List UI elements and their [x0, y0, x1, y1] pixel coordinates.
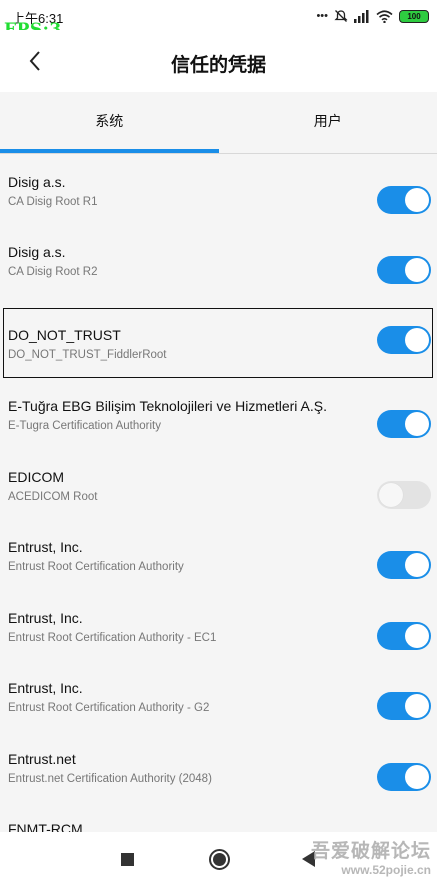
- certificate-title: Entrust.net: [8, 751, 76, 767]
- wifi-icon: [376, 9, 393, 23]
- toggle-knob: [405, 765, 429, 789]
- watermark: 吾爱破解论坛 www.52pojie.cn: [311, 836, 431, 877]
- certificate-row[interactable]: E-Tuğra EBG Bilişim Teknolojileri ve Hiz…: [0, 378, 437, 448]
- certificate-row-highlighted[interactable]: DO_NOT_TRUST DO_NOT_TRUST_FiddlerRoot: [3, 308, 433, 378]
- header: 信任的凭据: [0, 30, 437, 92]
- tab-user[interactable]: 用户: [219, 92, 437, 154]
- certificate-row[interactable]: FNMT-RCM: [0, 801, 437, 832]
- certificate-title: EDICOM: [8, 469, 64, 485]
- certificate-subtitle: Entrust Root Certification Authority: [8, 561, 184, 573]
- certificate-toggle[interactable]: [377, 763, 431, 791]
- certificate-toggle[interactable]: [377, 622, 431, 650]
- mute-icon: [334, 10, 348, 22]
- toggle-knob: [405, 258, 429, 282]
- certificate-list[interactable]: Disig a.s. CA Disig Root R1 Disig a.s. C…: [0, 154, 437, 832]
- certificate-title: Entrust, Inc.: [8, 610, 83, 626]
- certificate-row[interactable]: Entrust, Inc. Entrust Root Certification…: [0, 590, 437, 660]
- toggle-knob: [405, 412, 429, 436]
- certificate-subtitle: CA Disig Root R1: [8, 196, 98, 208]
- more-dots-icon: •••: [316, 10, 328, 22]
- watermark-url: www.52pojie.cn: [341, 863, 431, 877]
- certificate-row[interactable]: Disig a.s. CA Disig Root R2: [0, 224, 437, 294]
- status-icons: ••• 100: [316, 8, 429, 24]
- certificate-subtitle: E-Tugra Certification Authority: [8, 420, 161, 432]
- certificate-title: DO_NOT_TRUST: [8, 327, 121, 343]
- toggle-knob: [379, 483, 403, 507]
- signal-icon: [354, 9, 369, 23]
- battery-icon: 100: [399, 9, 429, 23]
- certificate-subtitle: Entrust.net Certification Authority (204…: [8, 773, 212, 785]
- certificate-toggle[interactable]: [377, 692, 431, 720]
- certificate-title: Entrust, Inc.: [8, 539, 83, 555]
- home-dot: [213, 853, 226, 866]
- toggle-knob: [405, 188, 429, 212]
- certificate-toggle[interactable]: [377, 256, 431, 284]
- toggle-knob: [405, 553, 429, 577]
- toggle-knob: [405, 624, 429, 648]
- certificate-row[interactable]: EDICOM ACEDICOM Root: [0, 449, 437, 519]
- battery-level: 100: [407, 11, 421, 21]
- certificate-title: Disig a.s.: [8, 174, 66, 190]
- toggle-knob: [405, 328, 429, 352]
- certificate-subtitle: Entrust Root Certification Authority - G…: [8, 702, 210, 714]
- certificate-title: Disig a.s.: [8, 244, 66, 260]
- tab-user-label: 用户: [313, 113, 342, 129]
- certificate-title: E-Tuğra EBG Bilişim Teknolojileri ve Hiz…: [8, 398, 327, 414]
- tab-system-label: 系统: [95, 113, 124, 129]
- certificate-row[interactable]: Disig a.s. CA Disig Root R1: [0, 154, 437, 224]
- toggle-knob: [405, 694, 429, 718]
- status-bar: 上午6:31 ••• 100: [0, 0, 437, 30]
- certificate-toggle[interactable]: [377, 551, 431, 579]
- certificate-subtitle: CA Disig Root R2: [8, 266, 98, 278]
- tab-system[interactable]: 系统: [0, 92, 219, 154]
- certificate-row[interactable]: Entrust, Inc. Entrust Root Certification…: [0, 519, 437, 589]
- page-title: 信任的凭据: [170, 55, 266, 76]
- certificate-row[interactable]: Entrust, Inc. Entrust Root Certification…: [0, 660, 437, 730]
- certificate-title: Entrust, Inc.: [8, 680, 83, 696]
- certificate-toggle[interactable]: [377, 410, 431, 438]
- certificate-toggle[interactable]: [377, 186, 431, 214]
- certificate-toggle[interactable]: [377, 326, 431, 354]
- certificate-subtitle: ACEDICOM Root: [8, 491, 98, 503]
- recent-apps-icon[interactable]: [121, 853, 134, 866]
- certificate-subtitle: Entrust Root Certification Authority - E…: [8, 632, 217, 644]
- certificate-title: FNMT-RCM: [8, 821, 83, 832]
- certificate-row[interactable]: Entrust.net Entrust.net Certification Au…: [0, 731, 437, 801]
- watermark-text: 吾爱破解论坛: [310, 841, 431, 862]
- home-icon[interactable]: [209, 849, 230, 870]
- certificate-toggle[interactable]: [377, 481, 431, 509]
- tab-bar: 系统 用户: [0, 92, 437, 154]
- certificate-subtitle: DO_NOT_TRUST_FiddlerRoot: [8, 349, 167, 361]
